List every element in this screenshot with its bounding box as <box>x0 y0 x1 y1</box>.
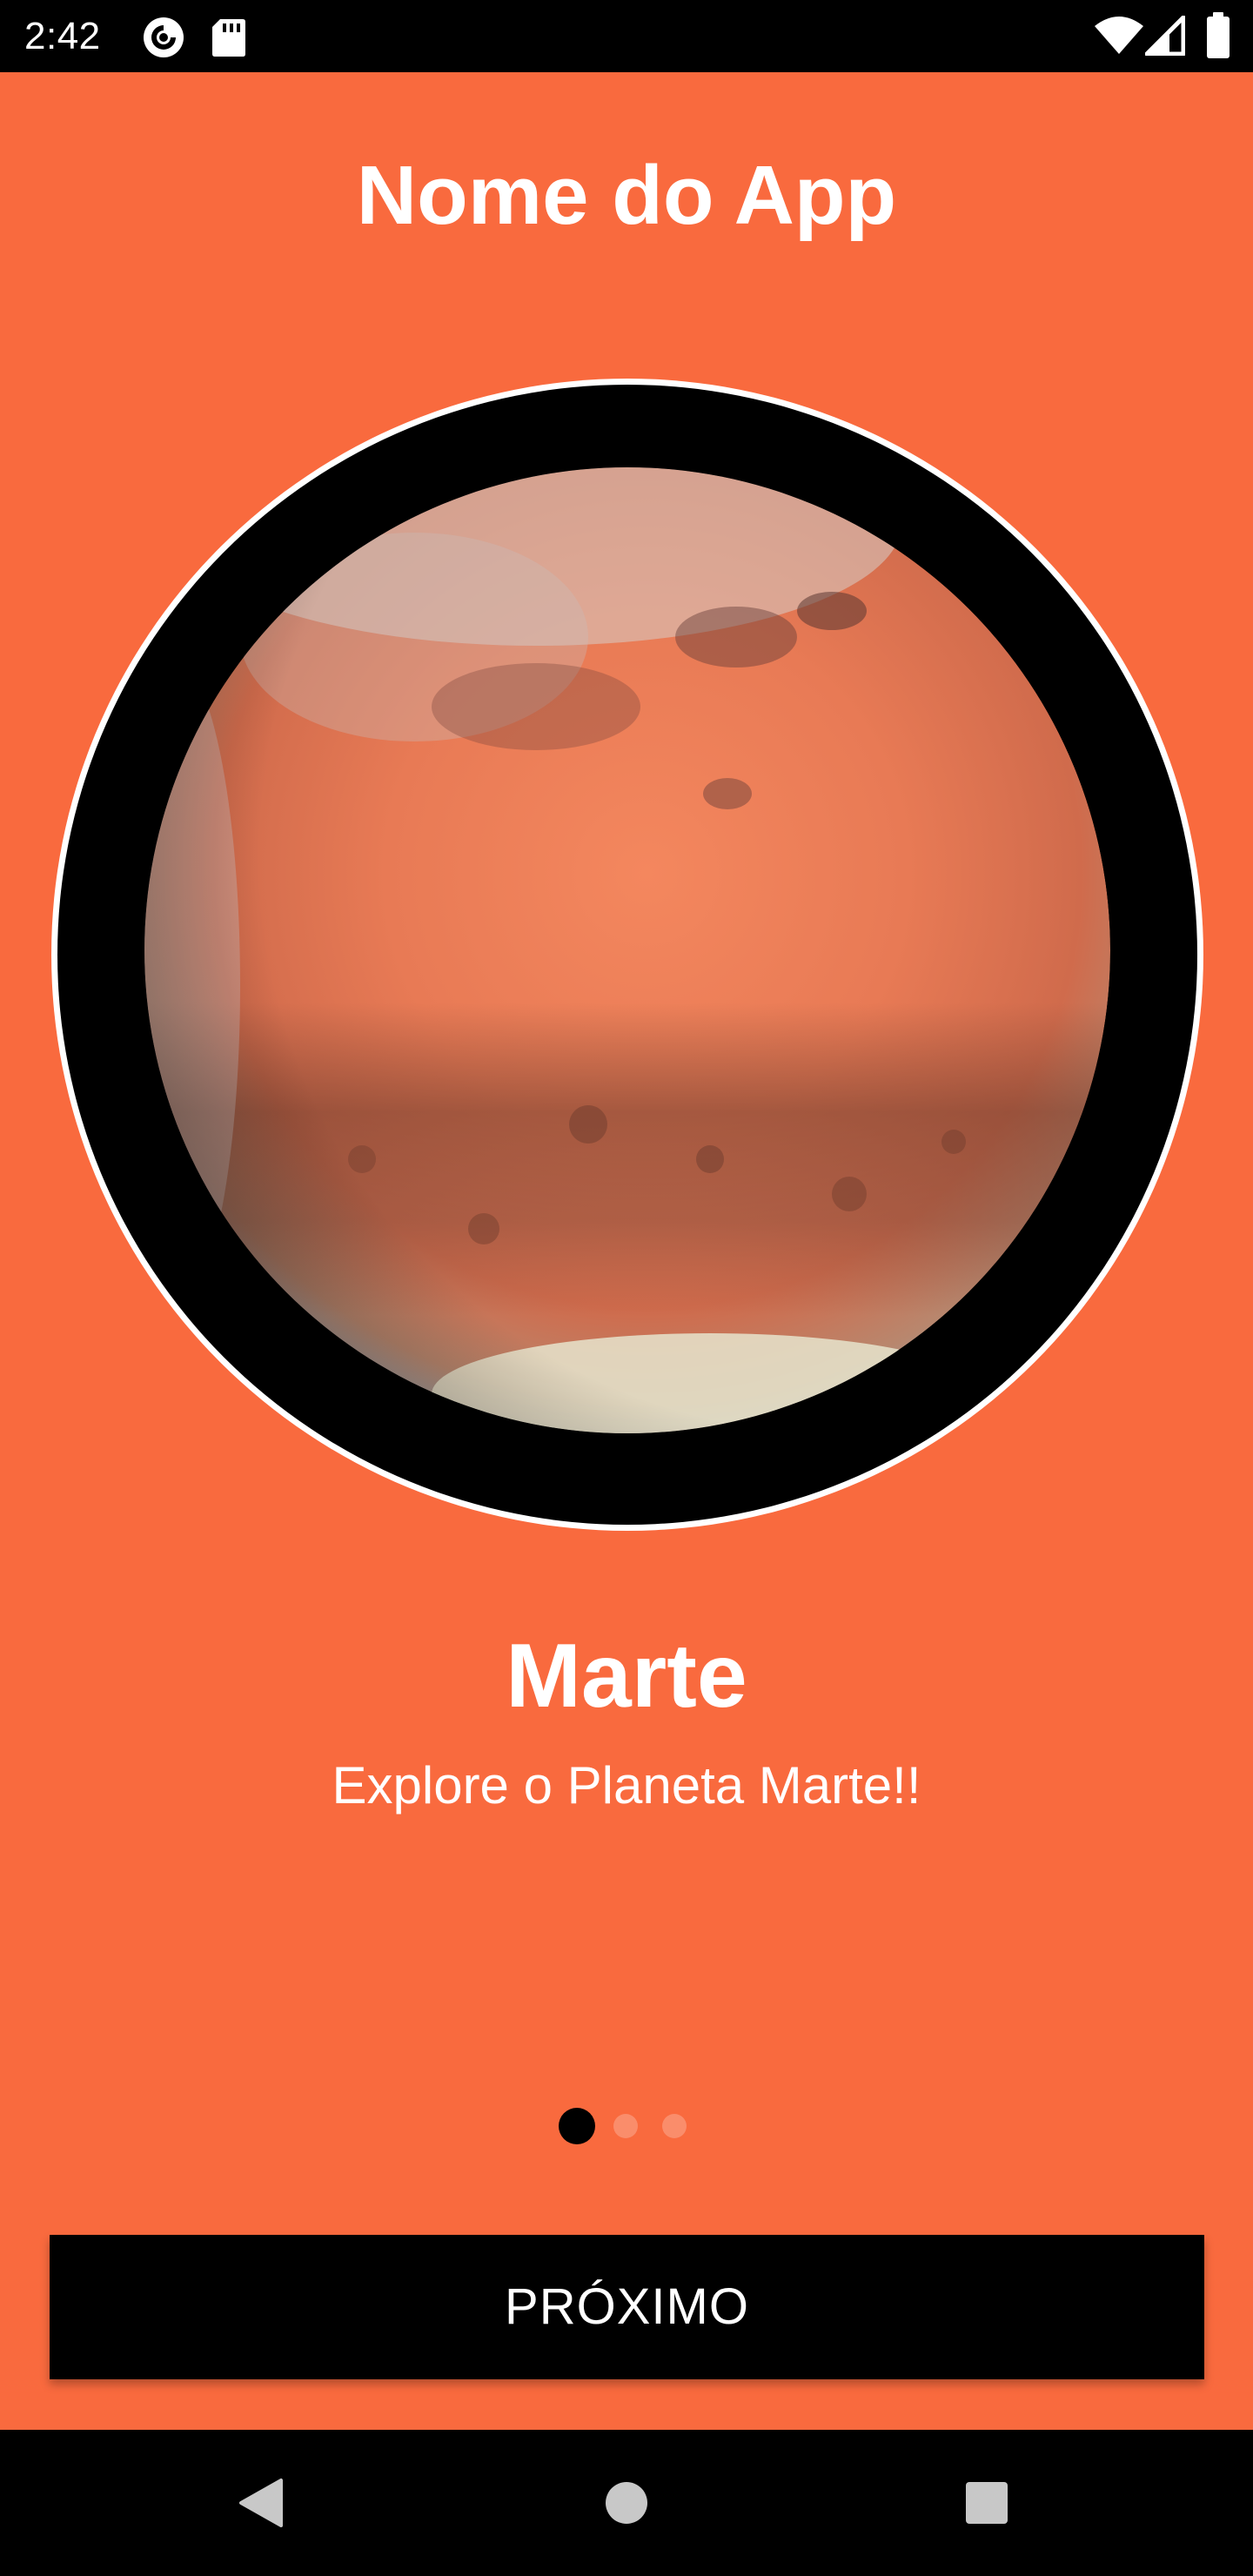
navigation-bar <box>0 2430 1253 2576</box>
page-dot[interactable] <box>613 2114 638 2138</box>
planet-mars-image <box>51 379 1203 1531</box>
status-time: 2:42 <box>24 15 101 57</box>
sd-card-icon <box>212 19 245 57</box>
onboarding-screen: 2:42 Nome do App Marte Explore o Planeta… <box>0 0 1253 2576</box>
page-dot-active[interactable] <box>559 2108 595 2144</box>
pocket-casts-icon <box>144 17 184 57</box>
recents-icon[interactable] <box>943 2459 1030 2546</box>
wifi-icon <box>1095 17 1143 54</box>
cellular-signal-icon <box>1145 16 1185 56</box>
slide-title: Marte <box>506 1626 747 1727</box>
page-indicator <box>0 2108 1253 2146</box>
status-bar: 2:42 <box>0 0 1253 72</box>
app-title: Nome do App <box>356 149 897 242</box>
battery-icon <box>1207 12 1230 58</box>
next-button[interactable]: PRÓXIMO <box>50 2235 1204 2379</box>
page-dot[interactable] <box>662 2114 687 2138</box>
home-icon[interactable] <box>583 2459 670 2546</box>
slide-subtitle: Explore o Planeta Marte!! <box>332 1756 921 1815</box>
back-icon[interactable] <box>218 2459 305 2546</box>
